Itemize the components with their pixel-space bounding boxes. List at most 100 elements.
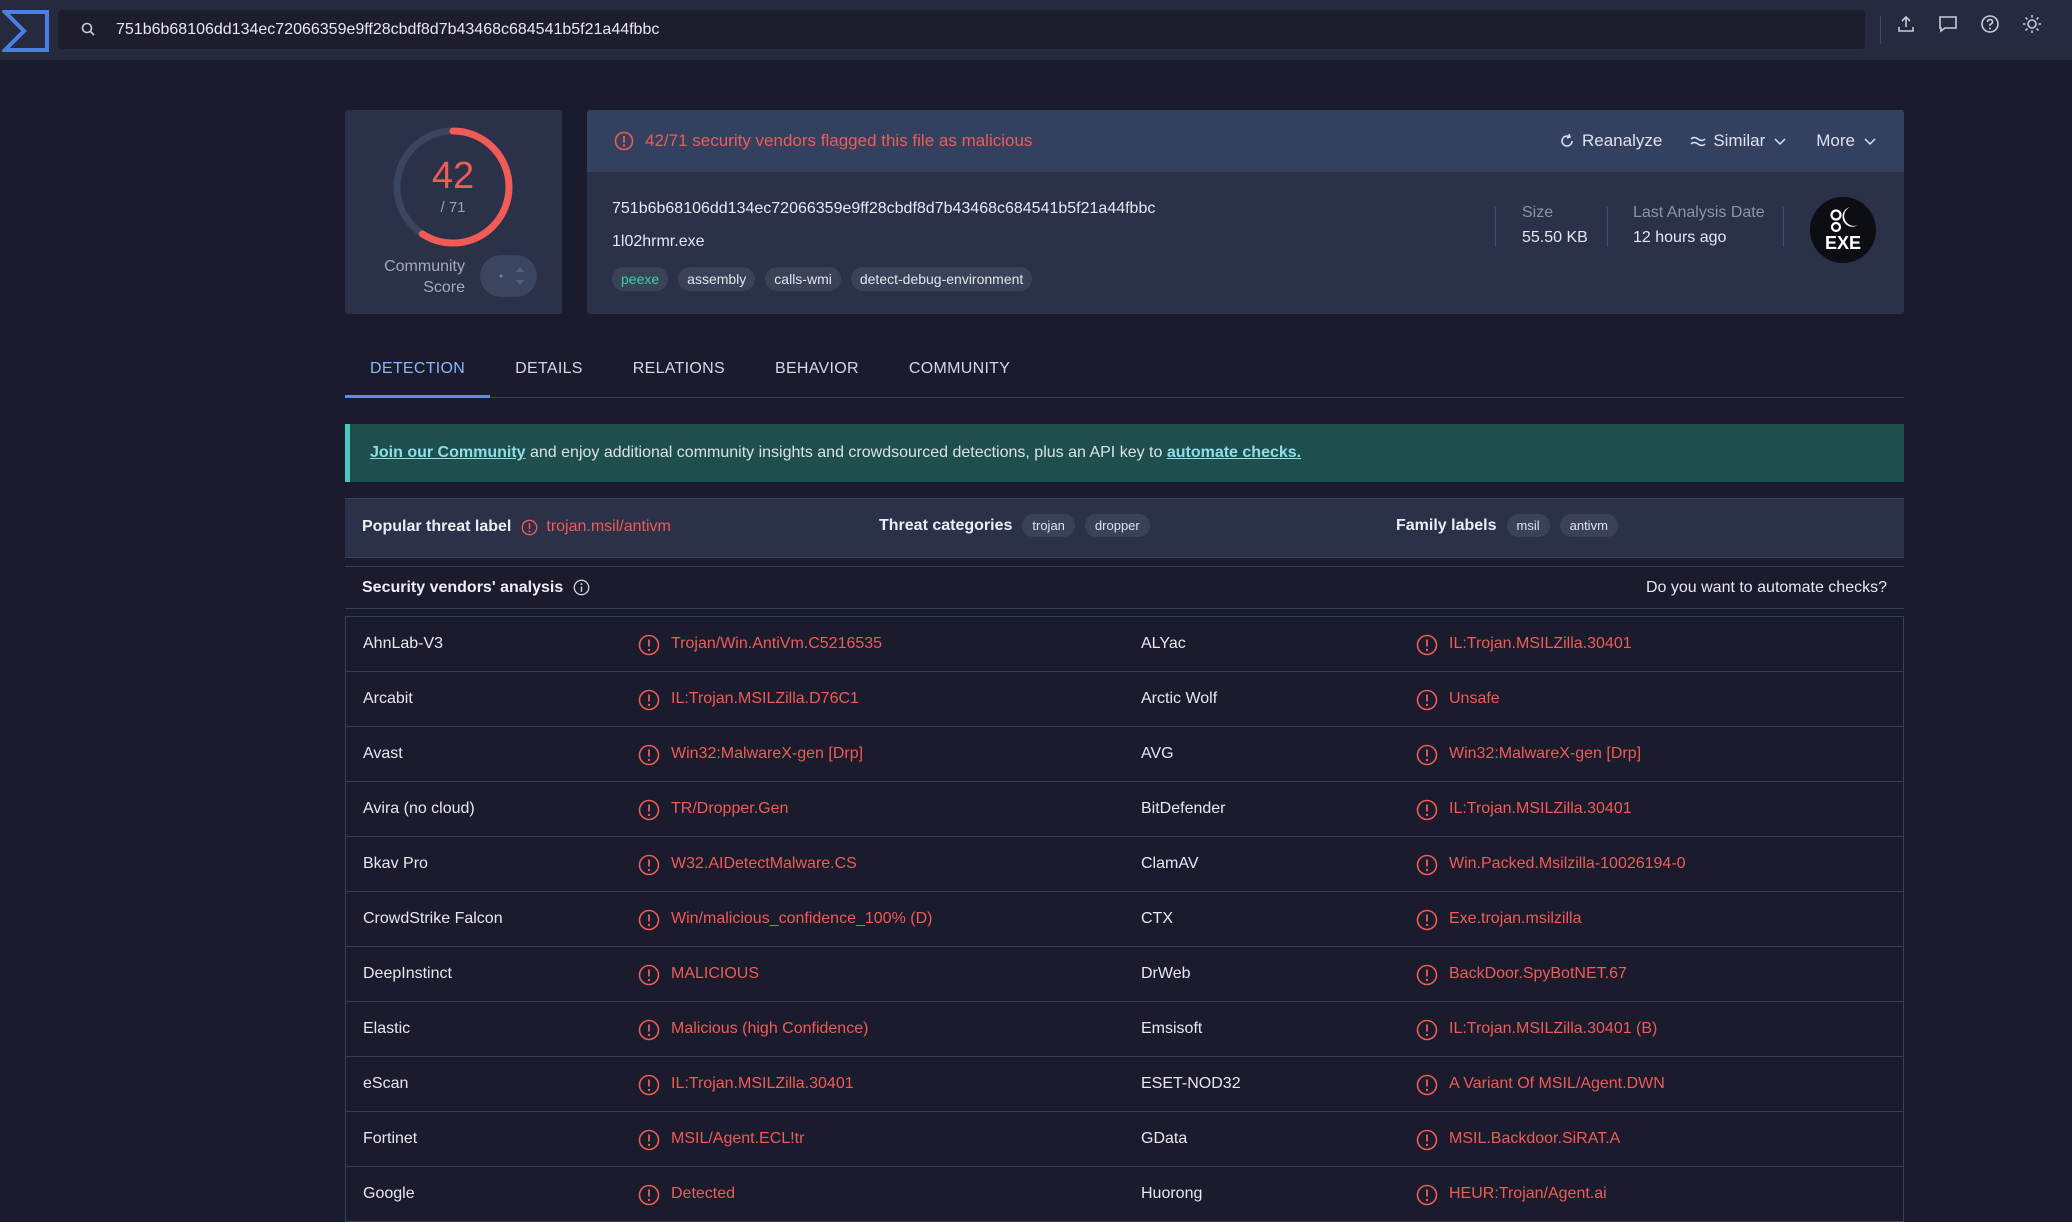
toolbar-divider xyxy=(1880,16,1881,44)
vendor-result: BackDoor.SpyBotNET.67 xyxy=(1449,965,1627,982)
vendor-name[interactable]: Fortinet xyxy=(363,1130,417,1148)
similar-button[interactable]: Similar xyxy=(1690,131,1788,151)
file-type-badge: EXE xyxy=(1810,197,1876,263)
file-name: 1l02hrmr.exe xyxy=(612,233,705,250)
alert-circle-icon xyxy=(1416,744,1438,766)
vendors-table: AhnLab-V3 Trojan/Win.AntiVm.C5216535 ALYac… xyxy=(345,616,1904,1222)
alert-circle-icon xyxy=(1416,689,1438,711)
vendor-name[interactable]: AVG xyxy=(1141,745,1174,763)
tab-relations[interactable]: RELATIONS xyxy=(608,340,750,398)
community-vote-toggle[interactable] xyxy=(480,255,537,297)
divider xyxy=(1607,207,1608,247)
tag[interactable]: calls-wmi xyxy=(765,267,841,291)
category-pill[interactable]: trojan xyxy=(1022,514,1075,537)
vendor-result: Malicious (high Confidence) xyxy=(671,1020,869,1037)
detection-score-card: 42 / 71 Community Score xyxy=(345,110,562,314)
vendor-name[interactable]: ALYac xyxy=(1141,635,1186,653)
vendor-result: Win/malicious_confidence_100% (D) xyxy=(671,910,933,927)
chat-icon[interactable] xyxy=(1938,14,1958,34)
threat-categories-label: Threat categories xyxy=(879,516,1013,534)
automate-checks-prompt[interactable]: Do you want to automate checks? xyxy=(1646,579,1887,597)
file-type-label: EXE xyxy=(1824,233,1862,253)
tab-behavior[interactable]: BEHAVIOR xyxy=(750,340,884,398)
tag[interactable]: detect-debug-environment xyxy=(850,267,1033,291)
table-row: eScan IL:Trojan.MSILZilla.30401 ESET-NOD32… xyxy=(346,1057,1903,1112)
alert-circle-icon xyxy=(638,1184,660,1206)
vendor-name[interactable]: CTX xyxy=(1141,910,1173,928)
vendor-name[interactable]: BitDefender xyxy=(1141,800,1226,818)
alert-circle-icon xyxy=(638,854,660,876)
vendor-name[interactable]: Google xyxy=(363,1185,415,1203)
search-bar[interactable] xyxy=(58,10,1865,49)
vendor-name[interactable]: AhnLab-V3 xyxy=(363,635,443,653)
vendor-result: Exe.trojan.msilzilla xyxy=(1449,910,1582,927)
detection-count: 42 xyxy=(431,155,475,197)
vendor-result: TR/Dropper.Gen xyxy=(671,800,789,817)
vendor-result: IL:Trojan.MSILZilla.30401 (B) xyxy=(1449,1020,1658,1037)
table-row: Arcabit IL:Trojan.MSILZilla.D76C1 Arctic W… xyxy=(346,672,1903,727)
alert-circle-icon xyxy=(638,964,660,986)
vendor-result: Win.Packed.Msilzilla-10026194-0 xyxy=(1449,855,1686,872)
community-banner: Join our Community and enjoy additional … xyxy=(345,424,1904,482)
chevron-down-icon xyxy=(1774,138,1786,146)
vendor-name[interactable]: Arcabit xyxy=(363,690,413,708)
vendor-name[interactable]: DrWeb xyxy=(1141,965,1191,983)
alert-circle-icon xyxy=(1416,964,1438,986)
vendor-name[interactable]: Elastic xyxy=(363,1020,410,1038)
alert-circle-icon xyxy=(638,1019,660,1041)
table-row: CrowdStrike Falcon Win/malicious_confiden… xyxy=(346,892,1903,947)
vendor-name[interactable]: Emsisoft xyxy=(1141,1020,1202,1038)
vendor-name[interactable]: eScan xyxy=(363,1075,408,1093)
table-row: Bkav Pro W32.AIDetectMalware.CS ClamAV Win.… xyxy=(346,837,1903,892)
family-pill[interactable]: msil xyxy=(1506,514,1550,537)
vendor-name[interactable]: GData xyxy=(1141,1130,1187,1148)
vendor-result: IL:Trojan.MSILZilla.30401 xyxy=(671,1075,854,1092)
vendor-name[interactable]: Avira (no cloud) xyxy=(363,800,475,818)
vendor-name[interactable]: CrowdStrike Falcon xyxy=(363,910,503,928)
info-icon[interactable] xyxy=(573,579,590,596)
category-pill[interactable]: dropper xyxy=(1084,514,1150,537)
alert-circle-icon xyxy=(638,1074,660,1096)
automate-checks-link[interactable]: automate checks. xyxy=(1167,444,1301,461)
join-community-link[interactable]: Join our Community xyxy=(370,444,526,461)
alert-circle-icon xyxy=(521,519,538,535)
similar-icon xyxy=(1690,136,1706,147)
vendor-name[interactable]: DeepInstinct xyxy=(363,965,452,983)
file-hash[interactable]: 751b6b68106dd134ec72066359e9ff28cbdf8d7b… xyxy=(612,200,1155,218)
alert-circle-icon xyxy=(1416,854,1438,876)
popular-threat: Popular threat label trojan.msil/antivm xyxy=(362,518,671,536)
upload-icon[interactable] xyxy=(1896,14,1916,34)
virustotal-logo-icon[interactable] xyxy=(2,6,50,54)
tab-detection[interactable]: DETECTION xyxy=(345,340,491,398)
more-button[interactable]: More xyxy=(1816,131,1878,151)
help-icon[interactable] xyxy=(1980,14,2000,34)
file-tags: peexe assembly calls-wmi detect-debug-en… xyxy=(612,267,1033,291)
tab-details[interactable]: DETAILS xyxy=(490,340,608,398)
last-analysis-value: 12 hours ago xyxy=(1633,229,1727,246)
vendor-name[interactable]: Avast xyxy=(363,745,403,763)
vendor-name[interactable]: Bkav Pro xyxy=(363,855,428,873)
popular-threat-value[interactable]: trojan.msil/antivm xyxy=(546,518,670,536)
tab-community[interactable]: COMMUNITY xyxy=(884,340,1035,398)
vendor-name[interactable]: ESET-NOD32 xyxy=(1141,1075,1241,1093)
search-input[interactable] xyxy=(116,20,1816,39)
table-row: Avast Win32:MalwareX-gen [Drp] AVG Win32:Ma… xyxy=(346,727,1903,782)
vendor-name[interactable]: ClamAV xyxy=(1141,855,1199,873)
tag[interactable]: peexe xyxy=(612,267,669,291)
vendor-name[interactable]: Arctic Wolf xyxy=(1141,690,1217,708)
alert-circle-icon xyxy=(1416,1019,1438,1041)
theme-toggle-icon[interactable] xyxy=(2022,14,2042,34)
alert-circle-icon xyxy=(638,1129,660,1151)
vendor-result: MALICIOUS xyxy=(671,965,760,982)
reanalyze-button[interactable]: Reanalyze xyxy=(1559,131,1662,151)
alert-message: 42/71 security vendors flagged this file… xyxy=(645,131,1033,150)
table-row: Google Detected Huorong HEUR:Trojan/Agent.a… xyxy=(346,1167,1903,1222)
vendor-result: Detected xyxy=(671,1185,736,1202)
vendor-result: IL:Trojan.MSILZilla.D76C1 xyxy=(671,690,859,707)
tag[interactable]: assembly xyxy=(678,267,756,291)
file-summary-card: 42/71 security vendors flagged this file… xyxy=(587,110,1904,314)
table-row: Fortinet MSIL/Agent.ECL!tr GData MSIL.Backd… xyxy=(346,1112,1903,1167)
vendor-name[interactable]: Huorong xyxy=(1141,1185,1202,1203)
family-pill[interactable]: antivm xyxy=(1559,514,1618,537)
vendor-result: W32.AIDetectMalware.CS xyxy=(671,855,857,872)
